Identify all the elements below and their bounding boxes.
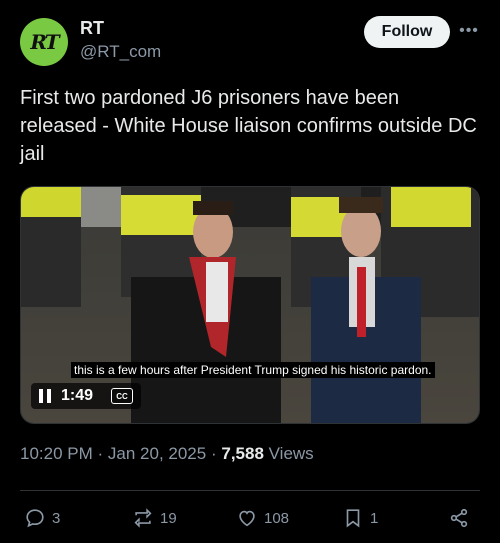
pause-icon[interactable]: [39, 389, 53, 403]
meta-separator: ·: [210, 444, 217, 463]
repost-button[interactable]: 19: [132, 505, 177, 531]
reply-button[interactable]: 3: [24, 505, 60, 531]
action-bar: 3 19 108 1: [20, 505, 480, 531]
rt-logo: RT: [30, 30, 59, 54]
video-player[interactable]: this is a few hours after President Trum…: [20, 186, 480, 424]
avatar[interactable]: RT: [20, 18, 68, 66]
more-icon[interactable]: •••: [458, 20, 480, 42]
author-handle[interactable]: @RT_com: [80, 42, 161, 62]
author-name[interactable]: RT: [80, 18, 104, 39]
tweet-time[interactable]: 10:20 PM: [20, 444, 93, 463]
like-count: 108: [264, 509, 290, 527]
views-count: 7,588: [221, 444, 264, 463]
meta-separator: ·: [97, 444, 104, 463]
like-button[interactable]: 108: [236, 505, 289, 531]
bookmark-icon: [346, 509, 360, 528]
share-icon: [450, 508, 468, 528]
tweet-meta: 10:20 PM · Jan 20, 2025 · 7,588 Views: [20, 444, 314, 464]
repost-count: 19: [160, 509, 177, 527]
tweet-text: First two pardoned J6 prisoners have bee…: [20, 87, 477, 165]
video-controls: 1:49 CC: [31, 383, 142, 409]
divider: [20, 490, 480, 491]
tweet-date[interactable]: Jan 20, 2025: [108, 444, 206, 463]
views-label: Views: [268, 444, 314, 463]
reply-count: 3: [52, 509, 61, 527]
cc-icon[interactable]: CC: [111, 388, 134, 404]
video-caption: this is a few hours after President Trum…: [71, 362, 435, 378]
like-icon: [239, 510, 255, 527]
repost-icon: [134, 508, 152, 528]
share-button[interactable]: [448, 505, 470, 531]
bookmark-button[interactable]: 1: [342, 505, 378, 531]
follow-button[interactable]: Follow: [364, 16, 450, 48]
video-time: 1:49: [61, 387, 94, 404]
bookmark-count: 1: [370, 509, 379, 527]
reply-icon: [26, 509, 44, 528]
tweet-header: RT RT @RT_com Follow •••: [20, 14, 480, 70]
